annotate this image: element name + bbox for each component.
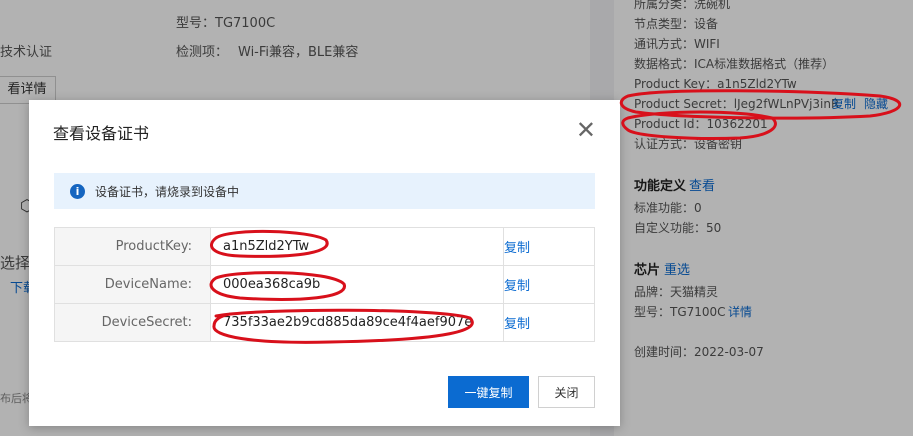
close-icon[interactable]: ✕ — [576, 118, 596, 142]
device-name-label: DeviceName: — [54, 265, 211, 304]
close-button[interactable]: 关闭 — [538, 376, 595, 408]
modal-title: 查看设备证书 — [53, 124, 150, 143]
device-secret-value: 735f33ae2b9cd885da89ce4f4aef907e — [210, 303, 504, 342]
copy-device-secret-button[interactable]: 复制 — [503, 303, 595, 342]
table-row: ProductKey: a1n5Zld2YTw 复制 — [54, 227, 595, 266]
copy-all-button[interactable]: 一键复制 — [448, 376, 529, 408]
product-key-label: ProductKey: — [54, 227, 211, 266]
device-secret-label: DeviceSecret: — [54, 303, 211, 342]
info-icon: i — [70, 183, 85, 199]
device-name-value: 000ea368ca9b — [210, 265, 504, 304]
copy-device-name-button[interactable]: 复制 — [503, 265, 595, 304]
certificate-modal: 查看设备证书 ✕ i 设备证书，请烧录到设备中 ProductKey: a1n5… — [29, 100, 620, 426]
info-text: 设备证书，请烧录到设备中 — [95, 184, 240, 199]
copy-product-key-button[interactable]: 复制 — [503, 227, 595, 266]
info-banner: i 设备证书，请烧录到设备中 — [54, 173, 595, 209]
table-row: DeviceName: 000ea368ca9b 复制 — [54, 265, 595, 304]
product-key-value: a1n5Zld2YTw — [210, 227, 504, 266]
certificate-table: ProductKey: a1n5Zld2YTw 复制 DeviceName: 0… — [54, 227, 595, 342]
table-row: DeviceSecret: 735f33ae2b9cd885da89ce4f4a… — [54, 303, 595, 342]
